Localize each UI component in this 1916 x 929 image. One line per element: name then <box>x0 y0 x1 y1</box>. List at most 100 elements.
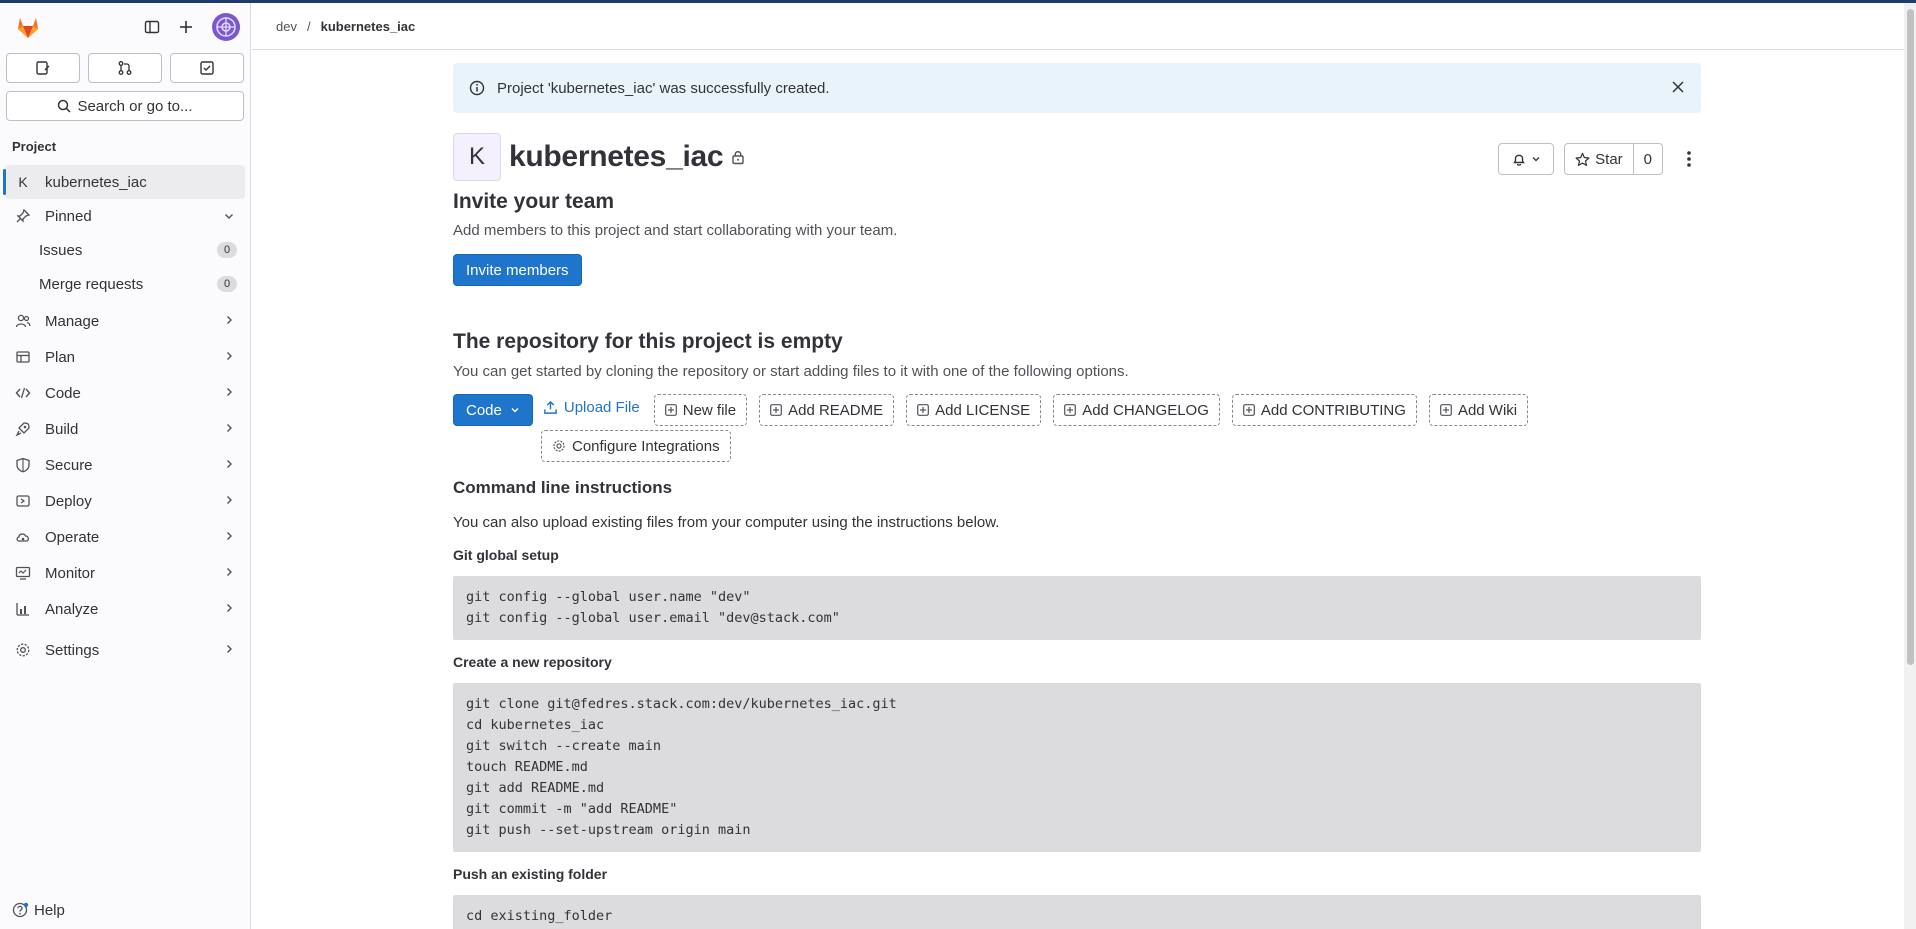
sidebar-item-label: Build <box>45 420 79 438</box>
action-label: Add LICENSE <box>935 401 1031 419</box>
monitor-icon <box>15 565 31 581</box>
chevron-right-icon <box>223 565 235 582</box>
star-button[interactable]: Star 0 <box>1564 143 1663 175</box>
empty-repo-description: You can get started by cloning the repos… <box>453 363 1129 380</box>
page-scrollbar[interactable] <box>1904 3 1916 929</box>
merge-requests-button[interactable] <box>88 53 162 83</box>
chevron-down-icon <box>223 209 235 226</box>
chevron-right-icon <box>223 493 235 510</box>
sidebar-item-operate[interactable]: Operate <box>5 519 245 555</box>
gitlab-logo-icon[interactable] <box>15 14 41 40</box>
chevron-right-icon <box>223 457 235 474</box>
close-icon[interactable] <box>1671 80 1685 98</box>
sidebar-item-deploy[interactable]: Deploy <box>5 483 245 519</box>
issues-icon <box>36 61 50 75</box>
sidebar-item-label: Settings <box>45 641 100 659</box>
push-folder-title: Push an existing folder <box>453 866 608 882</box>
invite-title: Invite your team <box>453 190 615 213</box>
empty-repo-title: The repository for this project is empty <box>453 330 843 353</box>
sidebar-item-label: Plan <box>45 348 76 366</box>
cli-description: You can also upload existing files from … <box>453 514 1000 531</box>
git-setup-title: Git global setup <box>453 547 559 563</box>
sidebar-item-manage[interactable]: Manage <box>5 303 245 339</box>
sidebar-item-label: Deploy <box>45 492 92 510</box>
project-title: kubernetes_iac <box>509 140 724 173</box>
todo-icon <box>200 61 214 75</box>
add-contributing-button[interactable]: Add CONTRIBUTING <box>1231 394 1417 426</box>
sidebar-item-merge-requests[interactable]: Merge requests 0 <box>5 267 245 301</box>
shield-icon <box>15 457 31 473</box>
sidebar-item-label: Monitor <box>45 564 96 582</box>
chevron-down-icon <box>511 408 519 413</box>
new-repo-code[interactable]: git clone git@fedres.stack.com:dev/kuber… <box>453 683 1701 852</box>
lock-icon <box>731 149 745 170</box>
search-icon <box>58 99 71 113</box>
star-label: Star <box>1595 150 1623 168</box>
breadcrumb-parent[interactable]: dev <box>276 19 297 34</box>
more-actions-icon[interactable] <box>1677 143 1701 175</box>
add-license-button[interactable]: Add LICENSE <box>906 394 1042 426</box>
sidebar-item-pinned[interactable]: Pinned <box>5 199 245 233</box>
plus-square-icon <box>917 404 930 416</box>
project-content: Project 'kubernetes_iac' was successfull… <box>453 63 1701 929</box>
chart-icon <box>15 601 31 617</box>
users-icon <box>15 313 31 329</box>
plus-icon[interactable] <box>178 19 194 35</box>
sidebar-item-settings[interactable]: Settings <box>5 632 245 668</box>
action-label: Add CONTRIBUTING <box>1260 401 1406 419</box>
git-setup-code[interactable]: git config --global user.name "dev" git … <box>453 576 1701 640</box>
pin-icon <box>15 208 31 224</box>
plus-square-icon <box>1440 404 1452 416</box>
sidebar-item-project[interactable]: K kubernetes_iac <box>3 165 245 199</box>
chevron-right-icon <box>223 385 235 402</box>
code-dropdown-button[interactable]: Code <box>453 394 533 426</box>
todo-button[interactable] <box>170 53 244 83</box>
star-count[interactable]: 0 <box>1634 151 1662 168</box>
new-file-button[interactable]: New file <box>653 394 748 426</box>
push-folder-code[interactable]: cd existing_folder git init --initial-br… <box>453 895 1701 929</box>
sidebar-item-secure[interactable]: Secure <box>5 447 245 483</box>
upload-icon <box>544 400 557 414</box>
upload-file-button[interactable]: Upload File <box>541 391 642 423</box>
scrollbar-thumb[interactable] <box>1907 9 1914 665</box>
search-label: Search or go to... <box>77 97 193 115</box>
breadcrumb-current[interactable]: kubernetes_iac <box>321 19 416 34</box>
action-label: Add CHANGELOG <box>1082 401 1209 419</box>
alert-message: Project 'kubernetes_iac' was successfull… <box>497 79 830 97</box>
help-button[interactable]: Help <box>12 901 65 919</box>
chevron-right-icon <box>223 642 235 659</box>
sidebar-item-code[interactable]: Code <box>5 375 245 411</box>
add-changelog-button[interactable]: Add CHANGELOG <box>1053 394 1220 426</box>
configure-integrations-button[interactable]: Configure Integrations <box>541 430 731 462</box>
new-repo-title: Create a new repository <box>453 654 612 670</box>
project-header: K kubernetes_iac Star 0 <box>453 133 1701 181</box>
sidebar-item-label: Pinned <box>45 207 92 225</box>
sidebar-item-issues[interactable]: Issues 0 <box>5 233 245 267</box>
add-readme-button[interactable]: Add README <box>759 394 895 426</box>
plus-square-icon <box>770 404 782 416</box>
breadcrumb: dev / kubernetes_iac <box>252 3 1904 50</box>
sidebar-item-build[interactable]: Build <box>5 411 245 447</box>
code-button-label: Code <box>466 401 502 419</box>
cli-title: Command line instructions <box>453 478 673 497</box>
add-wiki-button[interactable]: Add Wiki <box>1428 394 1529 426</box>
deployments-icon <box>15 493 31 509</box>
invite-description: Add members to this project and start co… <box>453 222 898 239</box>
plus-square-icon <box>664 404 677 416</box>
issues-count-badge: 0 <box>217 242 237 258</box>
assigned-issues-button[interactable] <box>6 53 80 83</box>
gear-icon <box>15 642 31 658</box>
main-content: dev / kubernetes_iac Project 'kubernetes… <box>252 3 1904 929</box>
search-button[interactable]: Search or go to... <box>6 91 244 121</box>
user-avatar[interactable] <box>212 13 240 41</box>
help-label: Help <box>34 901 65 919</box>
sidebar-item-plan[interactable]: Plan <box>5 339 245 375</box>
merge-request-icon <box>118 61 132 75</box>
sidebar-item-label: Issues <box>39 241 83 259</box>
notification-settings-button[interactable] <box>1498 143 1555 175</box>
sidebar-item-monitor[interactable]: Monitor <box>5 555 245 591</box>
sidebar-toggle-icon[interactable] <box>144 19 160 35</box>
sidebar-item-analyze[interactable]: Analyze <box>5 591 245 627</box>
invite-members-button[interactable]: Invite members <box>453 254 582 286</box>
success-alert: Project 'kubernetes_iac' was successfull… <box>453 63 1701 113</box>
